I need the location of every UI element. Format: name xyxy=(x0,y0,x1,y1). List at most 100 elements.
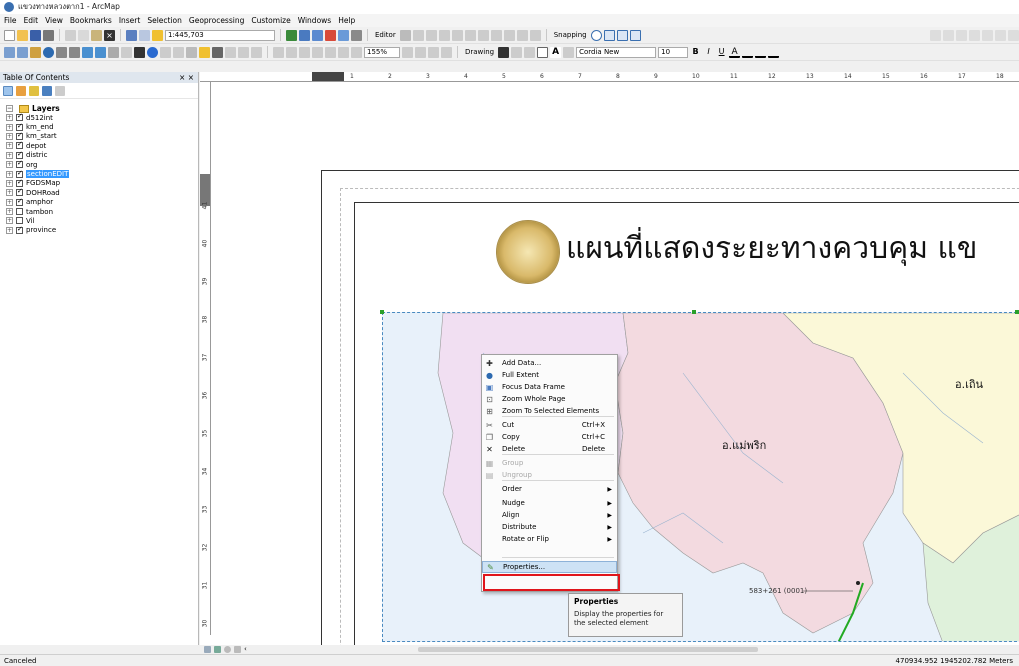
full-extent-icon[interactable] xyxy=(43,46,54,58)
cut-toolbar-icon[interactable] xyxy=(65,29,76,41)
expand-icon[interactable]: + xyxy=(6,132,13,140)
expand-icon[interactable]: + xyxy=(6,151,13,159)
layer-row[interactable]: + distric xyxy=(6,150,69,160)
layout-zoom-in-icon[interactable] xyxy=(273,46,284,58)
layer-visibility-checkbox[interactable] xyxy=(16,178,23,187)
department-seal-icon[interactable] xyxy=(496,220,560,284)
context-menu-item-zoom-whole-page[interactable]: ⊡ Zoom Whole Page xyxy=(482,393,617,405)
find-route-icon[interactable] xyxy=(225,46,236,58)
expand-icon[interactable]: + xyxy=(6,226,13,234)
layer-row[interactable]: + amphor xyxy=(6,197,69,207)
split-icon[interactable] xyxy=(490,29,502,41)
context-menu-item-properties[interactable]: ✎ Properties... xyxy=(482,561,617,573)
list-by-selection-icon[interactable] xyxy=(42,85,52,96)
zoom-percent-combo[interactable]: 155% xyxy=(364,46,400,58)
list-by-visibility-icon[interactable] xyxy=(29,85,39,96)
measure-tool-icon[interactable] xyxy=(186,46,197,58)
menu-selection[interactable]: Selection xyxy=(147,16,182,25)
expand-icon[interactable]: + xyxy=(6,142,13,150)
focus-frame-icon[interactable] xyxy=(415,46,426,58)
open-folder-icon[interactable] xyxy=(17,29,28,41)
font-name-combo[interactable]: Cordia New xyxy=(576,46,657,58)
menu-help[interactable]: Help xyxy=(338,16,355,25)
select-elements-icon[interactable] xyxy=(134,46,145,58)
selection-handle[interactable] xyxy=(692,310,696,314)
layer-visibility-checkbox[interactable] xyxy=(16,122,23,131)
text-icon[interactable]: A xyxy=(550,46,562,58)
map-scale-combo[interactable]: 1:445,703 xyxy=(165,29,275,41)
go-to-xy-icon[interactable] xyxy=(238,46,249,58)
expand-icon[interactable]: + xyxy=(6,189,13,197)
sketch-properties-icon[interactable] xyxy=(529,29,541,41)
expand-icon[interactable]: + xyxy=(6,123,13,131)
menu-insert[interactable]: Insert xyxy=(119,16,141,25)
zoom-out-icon[interactable] xyxy=(17,46,28,58)
layout-forward-icon[interactable] xyxy=(351,46,362,58)
edit-vertices-drawing-icon[interactable] xyxy=(563,46,575,58)
binoculars-icon[interactable] xyxy=(212,46,223,58)
menu-bookmarks[interactable]: Bookmarks xyxy=(70,16,112,25)
menu-geoprocessing[interactable]: Geoprocessing xyxy=(189,16,244,25)
editor-toolbar-icon[interactable] xyxy=(286,29,297,41)
topology-icon[interactable] xyxy=(982,29,993,41)
paste-icon[interactable] xyxy=(91,29,102,41)
layer-row[interactable]: + DOHRoad xyxy=(6,187,69,197)
layer-row[interactable]: + depot xyxy=(6,140,69,150)
layout-view-icon[interactable] xyxy=(214,646,221,653)
measure-icon[interactable] xyxy=(956,29,967,41)
fill-color-icon[interactable] xyxy=(742,47,754,58)
layer-visibility-checkbox[interactable] xyxy=(16,217,23,225)
marker-color-icon[interactable] xyxy=(768,47,780,58)
undo-icon[interactable] xyxy=(126,29,137,41)
toc-options-icon[interactable] xyxy=(55,85,65,96)
layer-row[interactable]: + tambon xyxy=(6,207,69,216)
menu-windows[interactable]: Windows xyxy=(298,16,331,25)
pause-drawing-icon[interactable] xyxy=(234,646,241,653)
time-slider-icon[interactable] xyxy=(251,46,262,58)
change-layout-icon[interactable] xyxy=(428,46,439,58)
layer-row[interactable]: + d512int xyxy=(6,112,69,122)
expand-icon[interactable]: + xyxy=(6,198,13,206)
fixed-zoom-out-icon[interactable] xyxy=(69,46,80,58)
italic-icon[interactable]: I xyxy=(703,47,714,58)
georef-icon[interactable] xyxy=(930,29,941,41)
reshape-icon[interactable] xyxy=(464,29,476,41)
expand-icon[interactable]: + xyxy=(6,114,13,122)
line-tool-icon[interactable] xyxy=(943,29,954,41)
layer-row[interactable]: + province xyxy=(6,225,69,235)
list-by-drawing-order-icon[interactable] xyxy=(3,85,13,96)
end-snapping-icon[interactable] xyxy=(603,29,615,41)
context-menu-item-nudge[interactable]: Nudge ▶ xyxy=(482,497,617,509)
layout-pan-icon[interactable] xyxy=(299,46,310,58)
selection-handle[interactable] xyxy=(1015,310,1019,314)
zoom-100-icon[interactable] xyxy=(325,46,336,58)
scroll-left-icon[interactable]: ‹ xyxy=(244,646,251,653)
connect-icon[interactable] xyxy=(969,29,980,41)
drawing-menu[interactable]: Drawing xyxy=(465,48,494,56)
vertex-snapping-icon[interactable] xyxy=(616,29,628,41)
expand-icon[interactable]: + xyxy=(6,208,13,216)
layer-visibility-checkbox[interactable] xyxy=(16,225,23,234)
snapping-menu[interactable]: Snapping xyxy=(554,31,587,39)
layer-row[interactable]: + km_end xyxy=(6,122,69,131)
context-menu-item-rotate-or-flip[interactable]: Rotate or Flip ▶ xyxy=(482,533,617,545)
redo-icon[interactable] xyxy=(139,29,150,41)
layer-row[interactable]: + Vil xyxy=(6,216,69,225)
font-color-icon[interactable]: A xyxy=(729,47,741,58)
hyperlink-icon[interactable] xyxy=(160,46,171,58)
rotate-element-icon[interactable] xyxy=(511,46,523,58)
identify-icon[interactable] xyxy=(147,46,158,58)
layer-visibility-checkbox[interactable] xyxy=(16,150,23,159)
menu-view[interactable]: View xyxy=(45,16,63,25)
zoom-in-icon[interactable] xyxy=(4,46,15,58)
toc-close-button[interactable]: × × xyxy=(179,72,194,83)
straight-segment-icon[interactable] xyxy=(425,29,437,41)
context-menu-item-order[interactable]: Order ▶ xyxy=(482,483,617,495)
data-frame[interactable]: อ.เถิน อ.แม่พริก 583+261 (0001) xyxy=(382,312,1019,642)
arctoolbox-icon[interactable] xyxy=(338,29,349,41)
layer-row[interactable]: + km_start xyxy=(6,131,69,141)
layer-row[interactable]: + org xyxy=(6,159,69,169)
collapse-icon[interactable]: − xyxy=(6,105,13,112)
add-data-toolbar-icon[interactable] xyxy=(152,29,163,41)
search-window-icon[interactable] xyxy=(325,29,336,41)
